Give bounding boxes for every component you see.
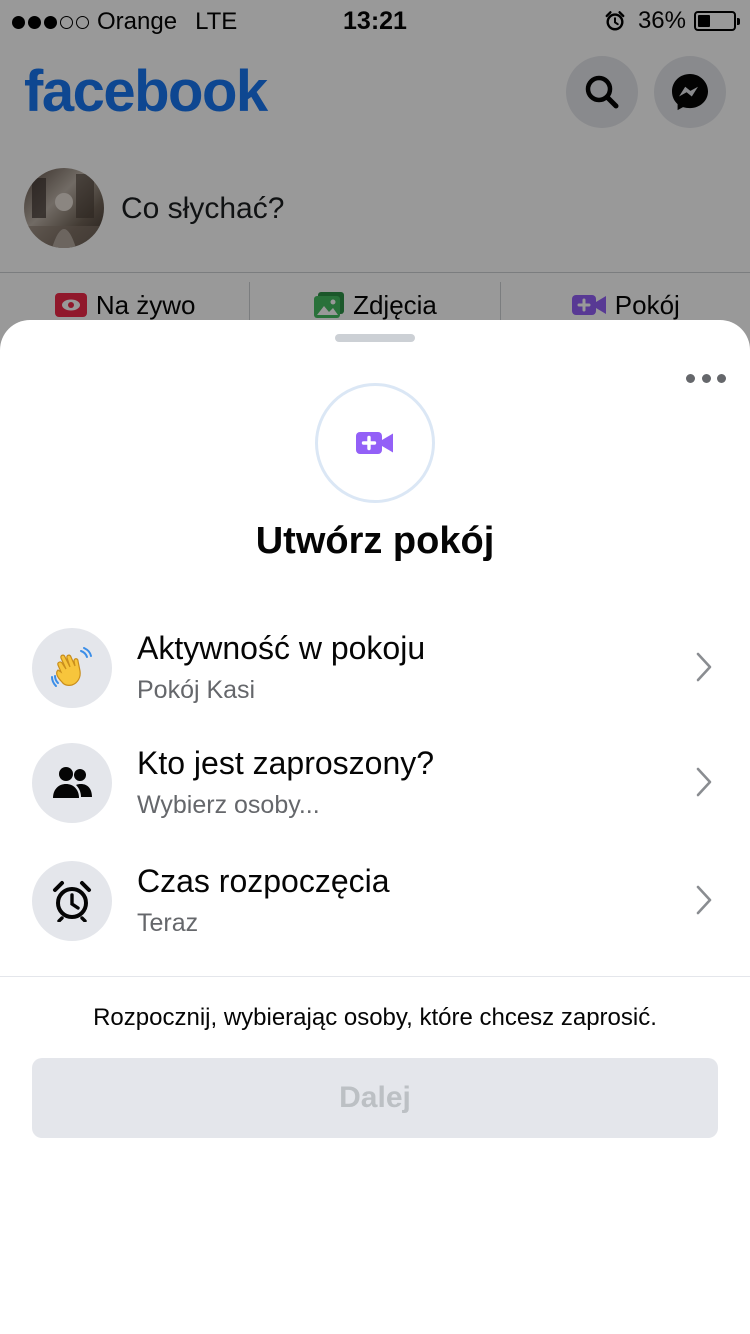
- hint-text: Rozpocznij, wybierając osoby, które chce…: [93, 1004, 657, 1031]
- waving-hand-icon: [51, 647, 92, 687]
- more-options-button[interactable]: [686, 366, 726, 390]
- chevron-right-icon: [696, 885, 712, 915]
- sheet-drag-handle[interactable]: [335, 334, 415, 342]
- start-time-option[interactable]: Czas rozpoczęcia Teraz: [0, 859, 750, 969]
- option-icon: [32, 861, 112, 941]
- option-title: Aktywność w pokoju: [137, 630, 426, 666]
- more-icon: [686, 373, 695, 383]
- next-button[interactable]: Dalej: [32, 1058, 718, 1138]
- chevron-right-icon: [696, 652, 712, 682]
- divider: [0, 976, 750, 977]
- room-icon-circle: [315, 383, 435, 503]
- room-activity-option[interactable]: Aktywność w pokoju Pokój Kasi: [0, 626, 750, 736]
- sheet-title: Utwórz pokój: [255, 520, 495, 562]
- chevron-right-icon: [696, 767, 712, 797]
- option-icon: [32, 628, 112, 708]
- invited-people-option[interactable]: Kto jest zaproszony? Wybierz osoby...: [0, 741, 750, 851]
- option-icon: [32, 743, 112, 823]
- create-room-sheet: Utwórz pokój Aktywność w pokoju Pokój Ka…: [0, 320, 750, 1334]
- option-title: Czas rozpoczęcia: [137, 863, 390, 899]
- people-icon: [53, 767, 92, 798]
- alarm-clock-icon: [53, 881, 91, 922]
- room-video-icon: [356, 432, 393, 454]
- option-subtitle: Wybierz osoby...: [137, 791, 320, 819]
- option-title: Kto jest zaproszony?: [137, 745, 435, 781]
- option-subtitle: Pokój Kasi: [137, 676, 256, 704]
- option-subtitle: Teraz: [137, 909, 199, 937]
